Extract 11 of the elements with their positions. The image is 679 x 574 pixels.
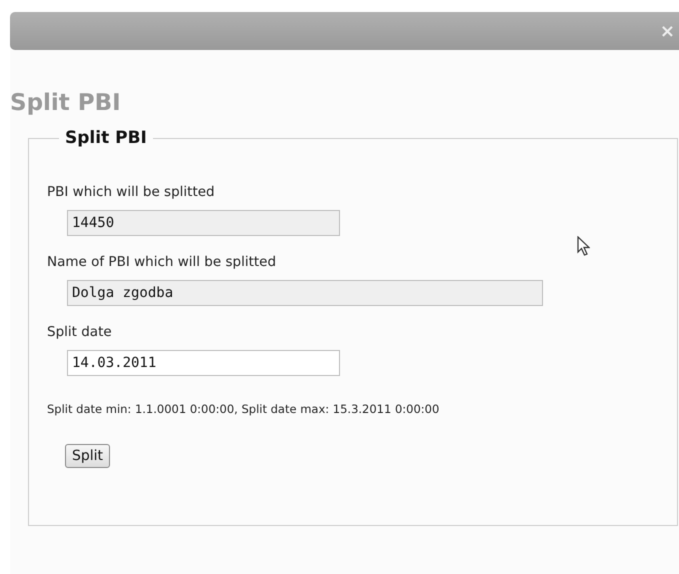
input-field[interactable]: 14.03.2011 [67, 350, 340, 376]
field-label: Split date [47, 324, 113, 340]
cursor-icon [577, 236, 590, 256]
form-legend: Split PBI [59, 128, 153, 148]
input-field[interactable]: 14450 [67, 210, 340, 236]
field-label: PBI which will be splitted [47, 184, 216, 200]
dialog-heading: Split PBI [10, 89, 122, 118]
input-field[interactable]: Dolga zgodba [67, 280, 543, 306]
date-range-note: Split date min: 1.1.0001 0:00:00, Split date max: 15.3.2011 0:00:00 [47, 402, 440, 416]
split-button[interactable]: Split [65, 444, 110, 468]
field-label: Name of PBI which will be splitted [47, 254, 278, 270]
